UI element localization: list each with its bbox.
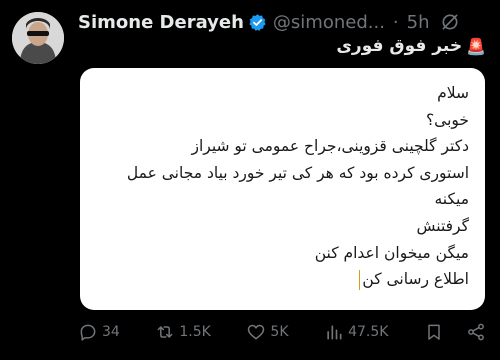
note-line: میگن میخوان اعدام کنن: [314, 243, 469, 262]
share-button[interactable]: [466, 322, 486, 342]
note-line-text: اطلاع رسانی کن: [362, 270, 469, 289]
reply-icon: [80, 324, 96, 341]
action-bar: 34 1.5K 5K 47.5K: [78, 318, 486, 346]
bookmark-button[interactable]: [424, 322, 444, 342]
text-cursor: [358, 269, 361, 290]
note-line: گرفتنش: [416, 216, 469, 235]
siren-icon: 🚨: [466, 36, 486, 56]
note-line: استوری کرده بود که هر کی تیر خورد بیاد م…: [126, 163, 469, 182]
note-line-last: اطلاع رسانی کن: [96, 266, 469, 293]
like-count: 5K: [270, 324, 289, 340]
view-count: 47.5K: [348, 324, 389, 340]
views-icon: [327, 325, 342, 340]
repost-button[interactable]: 1.5K: [155, 322, 211, 342]
like-button[interactable]: 5K: [246, 322, 289, 342]
reply-button[interactable]: 34: [78, 322, 120, 342]
note-line: سلام: [437, 84, 469, 102]
bookmark-icon: [428, 324, 440, 340]
repost-count: 1.5K: [179, 324, 211, 340]
verified-badge-icon: [248, 13, 267, 32]
separator-dot: ·: [392, 11, 399, 33]
views-button[interactable]: 47.5K: [324, 322, 388, 342]
grok-icon[interactable]: [440, 12, 460, 32]
headline-text: خبر فوق فوری: [336, 36, 463, 56]
user-handle[interactable]: @simoned...: [273, 12, 385, 33]
note-image[interactable]: سلام خوبی؟ دکتر گلچینی قزوینی،جراح عمومی…: [80, 68, 485, 310]
note-line: خوبی؟: [425, 110, 469, 129]
share-icon: [468, 323, 484, 341]
note-line: دکتر گلچینی قزوینی،جراح عمومی تو شیراز: [191, 137, 469, 156]
repost-icon: [157, 326, 173, 338]
display-name[interactable]: Simone Derayeh: [78, 12, 244, 33]
actions-right-group: [424, 322, 486, 342]
tweet-headline: 🚨 خبر فوق فوری: [336, 36, 486, 56]
avatar[interactable]: [12, 12, 64, 64]
timestamp[interactable]: 5h: [407, 12, 430, 33]
note-line: میکنه: [434, 190, 469, 209]
reply-count: 34: [102, 324, 120, 340]
tweet-header: Simone Derayeh @simoned... · 5h: [78, 10, 486, 34]
heart-icon: [248, 324, 265, 340]
